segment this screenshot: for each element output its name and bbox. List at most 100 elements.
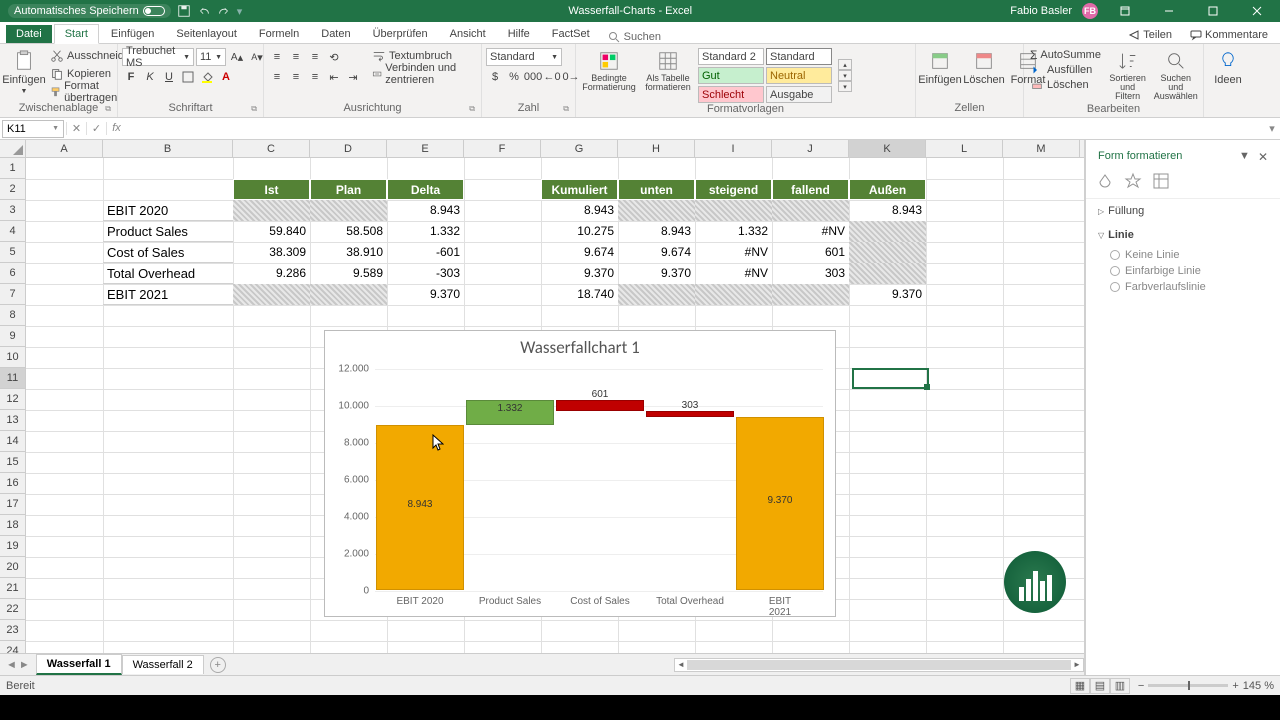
cell-C6[interactable]: 9.286 [233, 263, 310, 284]
percent-button[interactable]: % [505, 68, 523, 86]
number-format-select[interactable]: Standard▼ [486, 48, 562, 66]
cancel-formula-button[interactable]: ✕ [66, 122, 86, 135]
cell-B7[interactable]: EBIT 2021 [103, 284, 233, 305]
ideas-button[interactable]: Ideen [1208, 48, 1248, 88]
row-header-22[interactable]: 22 [0, 599, 25, 620]
cell-J3[interactable] [772, 200, 849, 221]
cell-J2[interactable]: fallend [772, 179, 849, 200]
cell-I6[interactable]: #NV [695, 263, 772, 284]
row-header-6[interactable]: 6 [0, 263, 25, 284]
row-header-24[interactable]: 24 [0, 641, 25, 653]
tab-einfuegen[interactable]: Einfügen [101, 25, 164, 43]
cell-K3[interactable]: 8.943 [849, 200, 926, 221]
cell-E3[interactable]: 8.943 [387, 200, 464, 221]
row-header-8[interactable]: 8 [0, 305, 25, 326]
maximize-button[interactable] [1196, 0, 1230, 22]
effects-icon[interactable] [1124, 172, 1142, 190]
align-center-button[interactable]: ≡ [287, 68, 305, 86]
style-neutral[interactable]: Neutral [766, 67, 832, 84]
cell-D7[interactable] [310, 284, 387, 305]
chart-bar-outer[interactable]: 9.370 [736, 417, 824, 590]
line-section[interactable]: ▽Linie [1086, 223, 1280, 247]
row-header-13[interactable]: 13 [0, 410, 25, 431]
sheet-tab-1[interactable]: Wasserfall 1 [36, 654, 122, 675]
cell-I3[interactable] [695, 200, 772, 221]
row-header-21[interactable]: 21 [0, 578, 25, 599]
clear-button[interactable]: Löschen [1028, 78, 1103, 92]
cell-I5[interactable]: #NV [695, 242, 772, 263]
search-box[interactable]: Suchen [608, 31, 661, 43]
horizontal-scrollbar[interactable]: ◄► [674, 658, 1084, 672]
row-header-16[interactable]: 16 [0, 473, 25, 494]
cell-K5[interactable] [849, 242, 926, 263]
font-size-select[interactable]: 11▼ [196, 48, 226, 66]
inc-decimal-button[interactable]: ←0 [543, 68, 561, 86]
orientation-button[interactable]: ⟲ [325, 48, 343, 66]
cell-E2[interactable]: Delta [387, 179, 464, 200]
cell-H3[interactable] [618, 200, 695, 221]
cell-G3[interactable]: 8.943 [541, 200, 618, 221]
row-header-11[interactable]: 11 [0, 368, 25, 389]
font-color-button[interactable]: A [217, 68, 235, 86]
close-button[interactable] [1240, 0, 1274, 22]
panel-options-button[interactable]: ▼ [1239, 150, 1250, 164]
autosave-toggle[interactable]: Automatisches Speichern [8, 4, 171, 18]
cell-B4[interactable]: Product Sales [103, 221, 233, 242]
row-header-18[interactable]: 18 [0, 515, 25, 536]
row-headers[interactable]: 123456789101112131415161718192021222324 [0, 158, 26, 653]
cell-K6[interactable] [849, 263, 926, 284]
cell-B6[interactable]: Total Overhead [103, 263, 233, 284]
col-header-C[interactable]: C [233, 140, 310, 157]
thousands-button[interactable]: 000 [524, 68, 542, 86]
panel-close-button[interactable]: ✕ [1258, 150, 1268, 164]
cell-D5[interactable]: 38.910 [310, 242, 387, 263]
row-header-23[interactable]: 23 [0, 620, 25, 641]
cell-H5[interactable]: 9.674 [618, 242, 695, 263]
style-standard[interactable]: Standard [766, 48, 832, 65]
fill-line-icon[interactable] [1096, 172, 1114, 190]
save-icon[interactable] [177, 4, 191, 18]
tab-hilfe[interactable]: Hilfe [498, 25, 540, 43]
undo-icon[interactable] [197, 4, 211, 18]
chart-bar-fall[interactable]: 303 [646, 411, 734, 417]
select-all-button[interactable] [0, 140, 26, 157]
expand-formula-button[interactable]: ▾ [1264, 122, 1280, 135]
cell-K4[interactable] [849, 221, 926, 242]
cell-D2[interactable]: Plan [310, 179, 387, 200]
cell-C4[interactable]: 59.840 [233, 221, 310, 242]
row-header-7[interactable]: 7 [0, 284, 25, 305]
col-header-D[interactable]: D [310, 140, 387, 157]
cell-K2[interactable]: Außen [849, 179, 926, 200]
bold-button[interactable]: F [122, 68, 140, 86]
col-header-B[interactable]: B [103, 140, 233, 157]
find-select-button[interactable]: Suchen und Auswählen [1152, 48, 1199, 103]
view-pagelayout-button[interactable]: ▤ [1090, 678, 1110, 694]
row-header-10[interactable]: 10 [0, 347, 25, 368]
comments-button[interactable]: Kommentare [1184, 27, 1274, 43]
tab-formeln[interactable]: Formeln [249, 25, 309, 43]
user-name[interactable]: Fabio Basler [1010, 5, 1072, 17]
tab-daten[interactable]: Daten [311, 25, 360, 43]
row-header-20[interactable]: 20 [0, 557, 25, 578]
add-sheet-button[interactable]: + [210, 657, 226, 673]
style-standard2[interactable]: Standard 2 [698, 48, 764, 65]
style-ausgabe[interactable]: Ausgabe [766, 86, 832, 103]
zoom-in-button[interactable]: + [1232, 680, 1238, 692]
zoom-out-button[interactable]: − [1138, 680, 1144, 692]
accept-formula-button[interactable]: ✓ [86, 122, 106, 135]
col-header-H[interactable]: H [618, 140, 695, 157]
tab-ueberpruefen[interactable]: Überprüfen [363, 25, 438, 43]
ribbon-options-icon[interactable] [1108, 0, 1142, 22]
italic-button[interactable]: K [141, 68, 159, 86]
col-header-K[interactable]: K [849, 140, 926, 157]
minimize-button[interactable] [1152, 0, 1186, 22]
tab-datei[interactable]: Datei [6, 25, 52, 43]
cells-area[interactable]: IstPlanDeltaKumuliertuntensteigendfallen… [26, 158, 1084, 653]
chart-bar-rise[interactable]: 1.332 [466, 400, 554, 425]
cell-D6[interactable]: 9.589 [310, 263, 387, 284]
cell-K7[interactable]: 9.370 [849, 284, 926, 305]
chart-title[interactable]: Wasserfallchart 1 [325, 331, 835, 360]
row-header-19[interactable]: 19 [0, 536, 25, 557]
cell-H4[interactable]: 8.943 [618, 221, 695, 242]
view-pagebreak-button[interactable]: ▥ [1110, 678, 1130, 694]
